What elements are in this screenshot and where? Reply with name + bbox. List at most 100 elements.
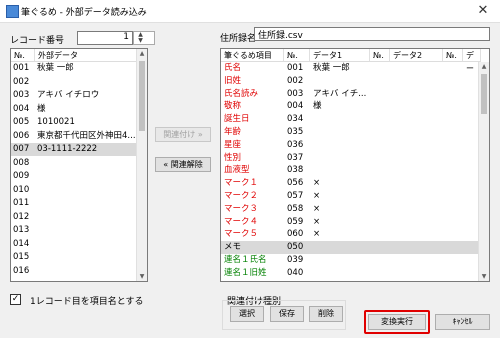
scroll-thumb[interactable]: [139, 61, 145, 131]
item-data1: 様: [313, 101, 322, 112]
list-item[interactable]: 002: [11, 76, 147, 89]
scroll-down-icon[interactable]: ▼: [137, 273, 147, 280]
row-value: [37, 170, 137, 183]
column-header-data3[interactable]: デー: [463, 49, 481, 73]
left-scrollbar[interactable]: ▲ ▼: [136, 49, 147, 281]
table-row[interactable]: 連名１旧姓 040: [221, 267, 489, 280]
row-no: 005: [13, 117, 30, 127]
table-row[interactable]: 連名１氏名 039: [221, 254, 489, 267]
scroll-thumb[interactable]: [481, 74, 487, 114]
app-icon: [6, 5, 19, 18]
list-item[interactable]: 008: [11, 157, 147, 170]
table-row[interactable]: 誕生日 034: [221, 113, 489, 126]
row-no: 015: [13, 252, 30, 262]
table-row[interactable]: 氏名 001 秋葉 一郎: [221, 62, 489, 75]
list-item[interactable]: 014: [11, 238, 147, 251]
table-row[interactable]: 旧姓 002: [221, 75, 489, 88]
item-name: 性別: [224, 152, 242, 163]
list-item[interactable]: 001 秋葉 一郎: [11, 62, 147, 75]
item-no: 060: [287, 229, 304, 240]
list-item[interactable]: 016: [11, 265, 147, 278]
row-value: [37, 184, 137, 197]
record-number-stepper[interactable]: ▲ ▼: [133, 31, 155, 45]
table-row[interactable]: メモ 050: [221, 241, 489, 255]
header-row-checkbox-label: 1レコード目を項目名とする: [30, 297, 144, 307]
address-book-input[interactable]: 住所録.csv: [254, 27, 490, 41]
list-item[interactable]: 006 東京都千代田区外神田4...: [11, 130, 147, 143]
stepper-down-icon[interactable]: ▼: [136, 38, 145, 44]
column-header-no[interactable]: №.: [11, 49, 35, 62]
scroll-up-icon[interactable]: ▲: [137, 50, 147, 57]
item-no: 004: [287, 101, 304, 112]
item-no: 037: [287, 152, 304, 163]
row-value: アキバ イチロウ: [37, 90, 100, 100]
row-value: [37, 224, 137, 237]
save-button[interactable]: 保存: [270, 306, 304, 322]
row-value: [37, 197, 137, 210]
list-item[interactable]: 007 03-1111-2222: [11, 143, 147, 156]
list-item[interactable]: 004 様: [11, 103, 147, 116]
row-no: 010: [13, 184, 30, 195]
row-no: 009: [13, 171, 30, 181]
link-button[interactable]: 関連付け »: [155, 127, 211, 142]
header-row-checkbox[interactable]: ✓: [10, 294, 21, 305]
row-value: 1010021: [37, 117, 75, 127]
record-number-input[interactable]: 1: [77, 31, 133, 45]
column-header-data2[interactable]: データ2: [390, 49, 443, 62]
row-no: 006: [13, 130, 30, 141]
table-row[interactable]: マーク５ 060 ×: [221, 228, 489, 241]
scroll-down-icon[interactable]: ▼: [479, 273, 489, 280]
right-scrollbar[interactable]: ▲ ▼: [478, 62, 489, 281]
list-item[interactable]: 005 1010021: [11, 116, 147, 129]
table-row[interactable]: マーク４ 059 ×: [221, 216, 489, 229]
delete-button[interactable]: 削除: [309, 306, 343, 322]
cancel-button[interactable]: ｷｬﾝｾﾙ: [435, 314, 490, 330]
list-item[interactable]: 003 アキバ イチロウ: [11, 89, 147, 102]
item-name: 年齢: [224, 127, 242, 137]
table-row[interactable]: 氏名読み 003 アキバ イチ...: [221, 88, 489, 101]
table-row[interactable]: マーク１ 056 ×: [221, 177, 489, 190]
item-name: 連名１氏名: [224, 255, 267, 265]
table-row[interactable]: マーク３ 058 ×: [221, 203, 489, 216]
unlink-button[interactable]: « 関連解除: [155, 157, 211, 172]
column-header-data1[interactable]: データ1: [310, 49, 370, 62]
row-value: [37, 157, 137, 170]
item-data1: [313, 254, 369, 267]
scroll-up-icon[interactable]: ▲: [479, 63, 489, 70]
mapping-table[interactable]: 筆ぐるめ項目 №. データ1 №. データ2 №. デー 氏名 001 秋葉 一郎旧…: [220, 48, 490, 282]
list-item[interactable]: 015: [11, 251, 147, 264]
table-row[interactable]: 血液型 038: [221, 164, 489, 177]
column-header-no[interactable]: №.: [284, 49, 310, 62]
external-data-list[interactable]: №. 外部データ 001 秋葉 一郎 002 003 アキバ イチロウ 004 様 005 10…: [10, 48, 148, 282]
item-no: 036: [287, 139, 304, 150]
address-book-label: 住所録名: [220, 34, 257, 44]
column-header-item[interactable]: 筆ぐるめ項目: [221, 49, 284, 62]
item-data1: ×: [313, 191, 321, 201]
table-row[interactable]: 性別 037: [221, 152, 489, 165]
item-no: 040: [287, 267, 304, 278]
table-row[interactable]: 星座 036: [221, 139, 489, 152]
close-icon[interactable]: ✕: [466, 0, 500, 22]
table-row[interactable]: 年齢 035: [221, 126, 489, 139]
list-item[interactable]: 009: [11, 170, 147, 183]
list-item[interactable]: 013: [11, 224, 147, 237]
item-no: 034: [287, 114, 304, 125]
list-item[interactable]: 010: [11, 184, 147, 197]
item-name: マーク２: [224, 191, 259, 201]
column-header-external-data[interactable]: 外部データ: [35, 49, 139, 62]
check-icon: ✓: [11, 294, 20, 304]
row-value: [37, 211, 137, 224]
column-header-no3[interactable]: №.: [443, 49, 463, 62]
select-button[interactable]: 選択: [230, 306, 264, 322]
convert-button[interactable]: 変換実行: [368, 314, 426, 330]
item-name: 氏名: [224, 63, 242, 73]
table-row[interactable]: 敬称 004 様: [221, 100, 489, 113]
list-item[interactable]: 012: [11, 211, 147, 224]
item-data1: [313, 152, 369, 165]
table-row[interactable]: マーク２ 057 ×: [221, 190, 489, 203]
row-no: 008: [13, 157, 30, 168]
column-header-no2[interactable]: №.: [370, 49, 390, 62]
row-no: 011: [13, 198, 30, 208]
list-item[interactable]: 011: [11, 197, 147, 210]
item-data1: [313, 164, 369, 177]
